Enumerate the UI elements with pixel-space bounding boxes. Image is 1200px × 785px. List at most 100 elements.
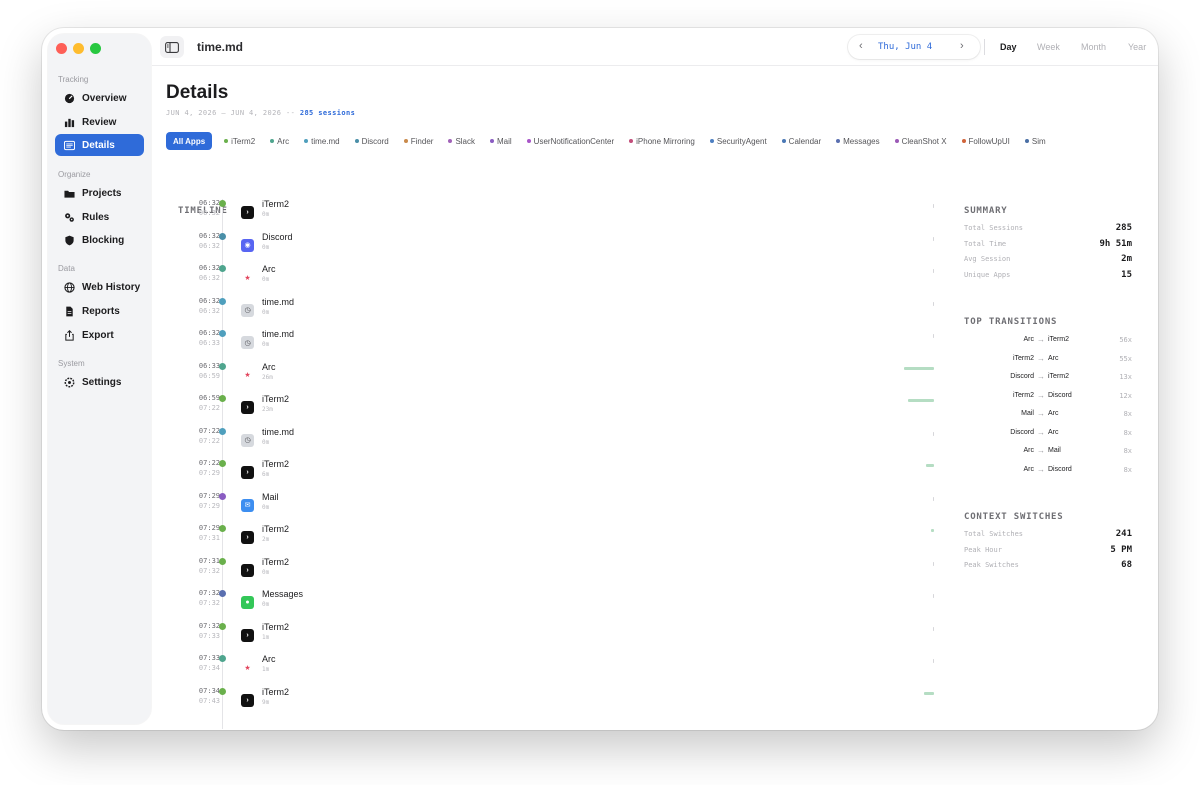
sidebar-item-settings[interactable]: Settings: [55, 371, 144, 393]
app-filter-chip[interactable]: SecurityAgent: [709, 132, 767, 150]
app-color-dot: [219, 362, 226, 370]
session-start-time: 06:32: [198, 199, 220, 207]
timeline-row[interactable]: 07:22 07:29 › iTerm2 6m: [178, 459, 934, 491]
transition-row: iTerm2 → Discord 12x: [964, 391, 1132, 406]
previous-day-button[interactable]: ‹: [859, 40, 863, 52]
list-icon: [64, 140, 75, 150]
timeline-row[interactable]: 07:32 07:32 ● Messages 0m: [178, 589, 934, 621]
transition-from-app: iTerm2: [1012, 391, 1034, 399]
timeline-row[interactable]: 06:33 06:59 ★ Arc 26m: [178, 362, 934, 394]
timeline-row[interactable]: 06:32 06:33 ◷ time.md 0m: [178, 329, 934, 361]
range-week-tab[interactable]: Week: [1037, 42, 1060, 52]
app-filter-chip[interactable]: Discord: [354, 132, 389, 150]
sidebar-item-overview[interactable]: Overview: [55, 87, 144, 109]
bar-chart-icon: [64, 118, 75, 127]
sidebar-item-web-history[interactable]: Web History: [55, 276, 144, 298]
session-duration: 0m: [262, 601, 270, 608]
session-start-time: 07:31: [198, 556, 220, 565]
session-start-time: 07:22: [198, 459, 220, 467]
stat-label: Avg Session: [964, 255, 1011, 263]
sidebar-item-blocking[interactable]: Blocking: [55, 229, 144, 251]
sidebar-item-projects[interactable]: Projects: [55, 182, 144, 204]
sidebar-item-details[interactable]: Details: [55, 134, 144, 156]
app-filter-chip[interactable]: Arc: [270, 132, 289, 150]
timeline-row[interactable]: 07:31 07:32 › iTerm2 0m: [178, 557, 934, 589]
session-end-time: 07:29: [198, 501, 220, 510]
app-filter-chip[interactable]: Messages: [836, 132, 880, 150]
timeline-row[interactable]: 06:59 07:22 › iTerm2 23m: [178, 394, 934, 426]
sidebar-item-label: Projects: [82, 187, 122, 199]
app-filter-chip[interactable]: iPhone Mirroring: [629, 132, 695, 150]
session-duration: 23m: [262, 406, 273, 413]
transition-count: 55x: [1119, 354, 1132, 363]
app-filter-chip[interactable]: Calendar: [781, 132, 821, 150]
sidebar-item-review[interactable]: Review: [55, 111, 144, 133]
app-filter-chip[interactable]: Finder: [403, 132, 433, 150]
timeline-row[interactable]: 06:32 06:32 › iTerm2 0m: [178, 199, 934, 231]
app-filter-chip[interactable]: UserNotificationCenter: [526, 132, 614, 150]
app-filter-chip[interactable]: time.md: [304, 132, 340, 150]
transition-count: 8x: [1123, 465, 1132, 474]
app-filter-chip[interactable]: FollowUpUI: [961, 132, 1010, 150]
session-start-time: 07:29: [198, 491, 220, 500]
timeline-row[interactable]: 07:33 07:34 ★ Arc 1m: [178, 654, 934, 686]
timeline-row[interactable]: 07:22 07:22 ◷ time.md 0m: [178, 427, 934, 459]
sidebar-item-export[interactable]: Export: [55, 324, 144, 346]
stat-label: Total Switches: [964, 530, 1024, 538]
globe-icon: [64, 281, 75, 293]
app-filter-chip[interactable]: CleanShot X: [894, 132, 947, 150]
stat-value: 285: [1115, 223, 1132, 233]
timeline-row[interactable]: 06:32 06:32 ★ Arc 0m: [178, 264, 934, 296]
app-color-dot: [448, 139, 453, 143]
session-end-time: 07:32: [198, 566, 220, 575]
gauge-icon: [64, 93, 75, 103]
transition-from-app: Mail: [1021, 410, 1034, 417]
sidebar-item-rules[interactable]: Rules: [55, 206, 144, 228]
sidebar-item-reports[interactable]: Reports: [55, 300, 144, 322]
session-duration-bar: [931, 529, 934, 532]
app-filter-label: Messages: [843, 136, 880, 146]
minimize-window-button[interactable]: [73, 43, 84, 54]
transition-from-app: Discord: [1010, 428, 1034, 436]
timeline-row[interactable]: 07:29 07:31 › iTerm2 2m: [178, 524, 934, 556]
app-filter-chip[interactable]: Slack: [448, 132, 475, 150]
timeline-row[interactable]: 06:32 06:32 ◷ time.md 0m: [178, 297, 934, 329]
app-color-dot: [270, 139, 275, 143]
app-color-dot: [219, 297, 226, 305]
timeline-row[interactable]: 07:32 07:33 › iTerm2 1m: [178, 622, 934, 654]
range-month-tab[interactable]: Month: [1081, 42, 1106, 52]
app-filter-chip[interactable]: Mail: [490, 132, 512, 150]
timeline-row[interactable]: 06:32 06:32 ◉ Discord 0m: [178, 232, 934, 264]
terminal-icon: ›: [241, 466, 254, 479]
sidebar-section-organize: Organize: [58, 170, 91, 179]
range-year-tab[interactable]: Year: [1128, 42, 1146, 52]
transition-to-app: iTerm2: [1048, 336, 1070, 343]
next-day-button[interactable]: ›: [960, 40, 964, 52]
arrow-right-icon: →: [1037, 409, 1045, 418]
session-duration-bar: [933, 659, 934, 663]
arc-icon: ★: [244, 274, 251, 282]
timeline-row[interactable]: 07:29 07:29 ✉ Mail 0m: [178, 492, 934, 524]
app-name: time.md: [262, 329, 295, 339]
close-window-button[interactable]: [56, 43, 67, 54]
timeline-row[interactable]: 07:34 07:43 › iTerm2 9m: [178, 687, 934, 719]
app-color-dot: [403, 139, 408, 143]
zoom-window-button[interactable]: [90, 43, 101, 54]
app-color-dot: [219, 655, 226, 662]
current-date[interactable]: Thu, Jun 4: [878, 42, 932, 52]
app-filter-chip[interactable]: Sim: [1024, 132, 1046, 150]
transition-from-app: Arc: [1023, 447, 1035, 454]
main-content: Details JUN 4, 2026 – JUN 4, 2026 -- 285…: [152, 66, 1158, 730]
app-filter-chip[interactable]: All Apps: [166, 132, 213, 150]
app-color-dot: [219, 232, 226, 240]
session-duration-bar: [933, 334, 934, 338]
session-duration: 6m: [262, 471, 270, 478]
sidebar-toggle-button[interactable]: [160, 36, 184, 58]
stat-row: Avg Session 2m: [964, 254, 1132, 268]
transition-count: 56x: [1119, 336, 1132, 344]
stat-row: Total Sessions 285: [964, 223, 1132, 237]
range-day-tab[interactable]: Day: [1000, 42, 1017, 52]
app-color-dot: [219, 200, 226, 207]
app-filter-chip[interactable]: iTerm2: [224, 132, 255, 150]
stat-label: Total Sessions: [964, 224, 1024, 232]
